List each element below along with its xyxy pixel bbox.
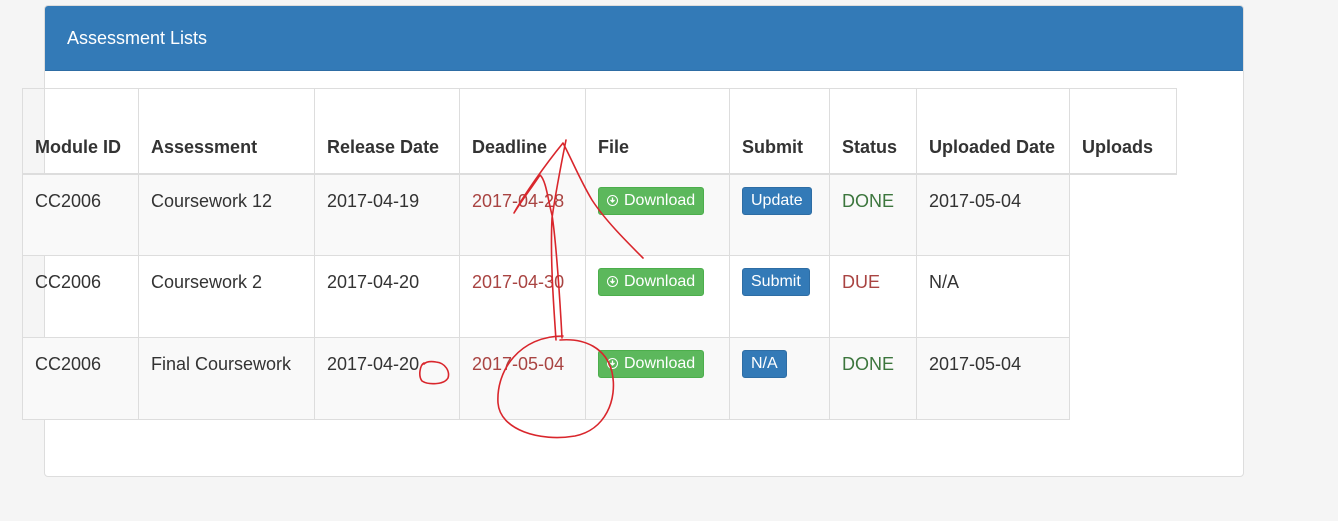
cell-module-id: CC2006 [22, 255, 139, 338]
cell-deadline: 2017-04-30 [459, 255, 586, 338]
download-button-label: Download [624, 355, 696, 372]
cell-uploaded-date: 2017-05-04 [916, 173, 1070, 256]
download-button-label: Download [624, 273, 696, 290]
table-row: CC2006 Coursework 12 2017-04-19 2017-04-… [22, 173, 1177, 256]
panel-heading: Assessment Lists [45, 6, 1243, 71]
cell-module-id: CC2006 [22, 173, 139, 256]
cell-submit: Update [729, 173, 830, 256]
cell-file: Download [585, 255, 730, 338]
cell-deadline: 2017-04-28 [459, 173, 586, 256]
cell-uploads [1069, 173, 1177, 256]
cell-uploads [1069, 255, 1177, 338]
cell-uploads [1069, 337, 1177, 420]
cell-release-date: 2017-04-19 [314, 173, 460, 256]
cell-status: DUE [829, 255, 917, 338]
header-file: File [585, 88, 730, 175]
header-assessment: Assessment [138, 88, 315, 175]
header-status: Status [829, 88, 917, 175]
cell-status: DONE [829, 173, 917, 256]
download-circle-icon [607, 276, 618, 287]
header-uploaded-date: Uploaded Date [916, 88, 1070, 175]
header-submit: Submit [729, 88, 830, 175]
cell-submit: Submit [729, 255, 830, 338]
table-row: CC2006 Final Coursework 2017-04-20 2017-… [22, 337, 1177, 420]
header-uploads: Uploads [1069, 88, 1177, 175]
download-button-label: Download [624, 191, 696, 209]
table-header-row: Module ID Assessment Release Date Deadli… [22, 88, 1177, 175]
download-button[interactable]: Download [598, 350, 705, 378]
cell-release-date: 2017-04-20 [314, 337, 460, 420]
cell-assessment: Coursework 12 [138, 173, 315, 256]
download-button[interactable]: Download [598, 268, 705, 296]
panel-title: Assessment Lists [67, 27, 208, 48]
header-deadline: Deadline [459, 88, 586, 175]
cell-assessment: Coursework 2 [138, 255, 315, 338]
cell-uploaded-date: 2017-05-04 [916, 337, 1070, 420]
cell-uploaded-date: N/A [916, 255, 1070, 338]
table-row: CC2006 Coursework 2 2017-04-20 2017-04-3… [22, 255, 1177, 338]
update-button[interactable]: Update [742, 186, 812, 215]
na-button[interactable]: N/A [742, 350, 787, 378]
cell-module-id: CC2006 [22, 337, 139, 420]
submit-button[interactable]: Submit [742, 268, 810, 296]
cell-deadline: 2017-05-04 [459, 337, 586, 420]
cell-file: Download [585, 337, 730, 420]
assessment-table: Module ID Assessment Release Date Deadli… [22, 88, 1177, 420]
cell-assessment: Final Coursework [138, 337, 315, 420]
header-module-id: Module ID [22, 88, 139, 175]
download-button[interactable]: Download [598, 186, 705, 215]
cell-status: DONE [829, 337, 917, 420]
cell-release-date: 2017-04-20 [314, 255, 460, 338]
download-circle-icon [607, 358, 618, 369]
header-release-date: Release Date [314, 88, 460, 175]
cell-submit: N/A [729, 337, 830, 420]
download-circle-icon [607, 194, 618, 206]
cell-file: Download [585, 173, 730, 256]
